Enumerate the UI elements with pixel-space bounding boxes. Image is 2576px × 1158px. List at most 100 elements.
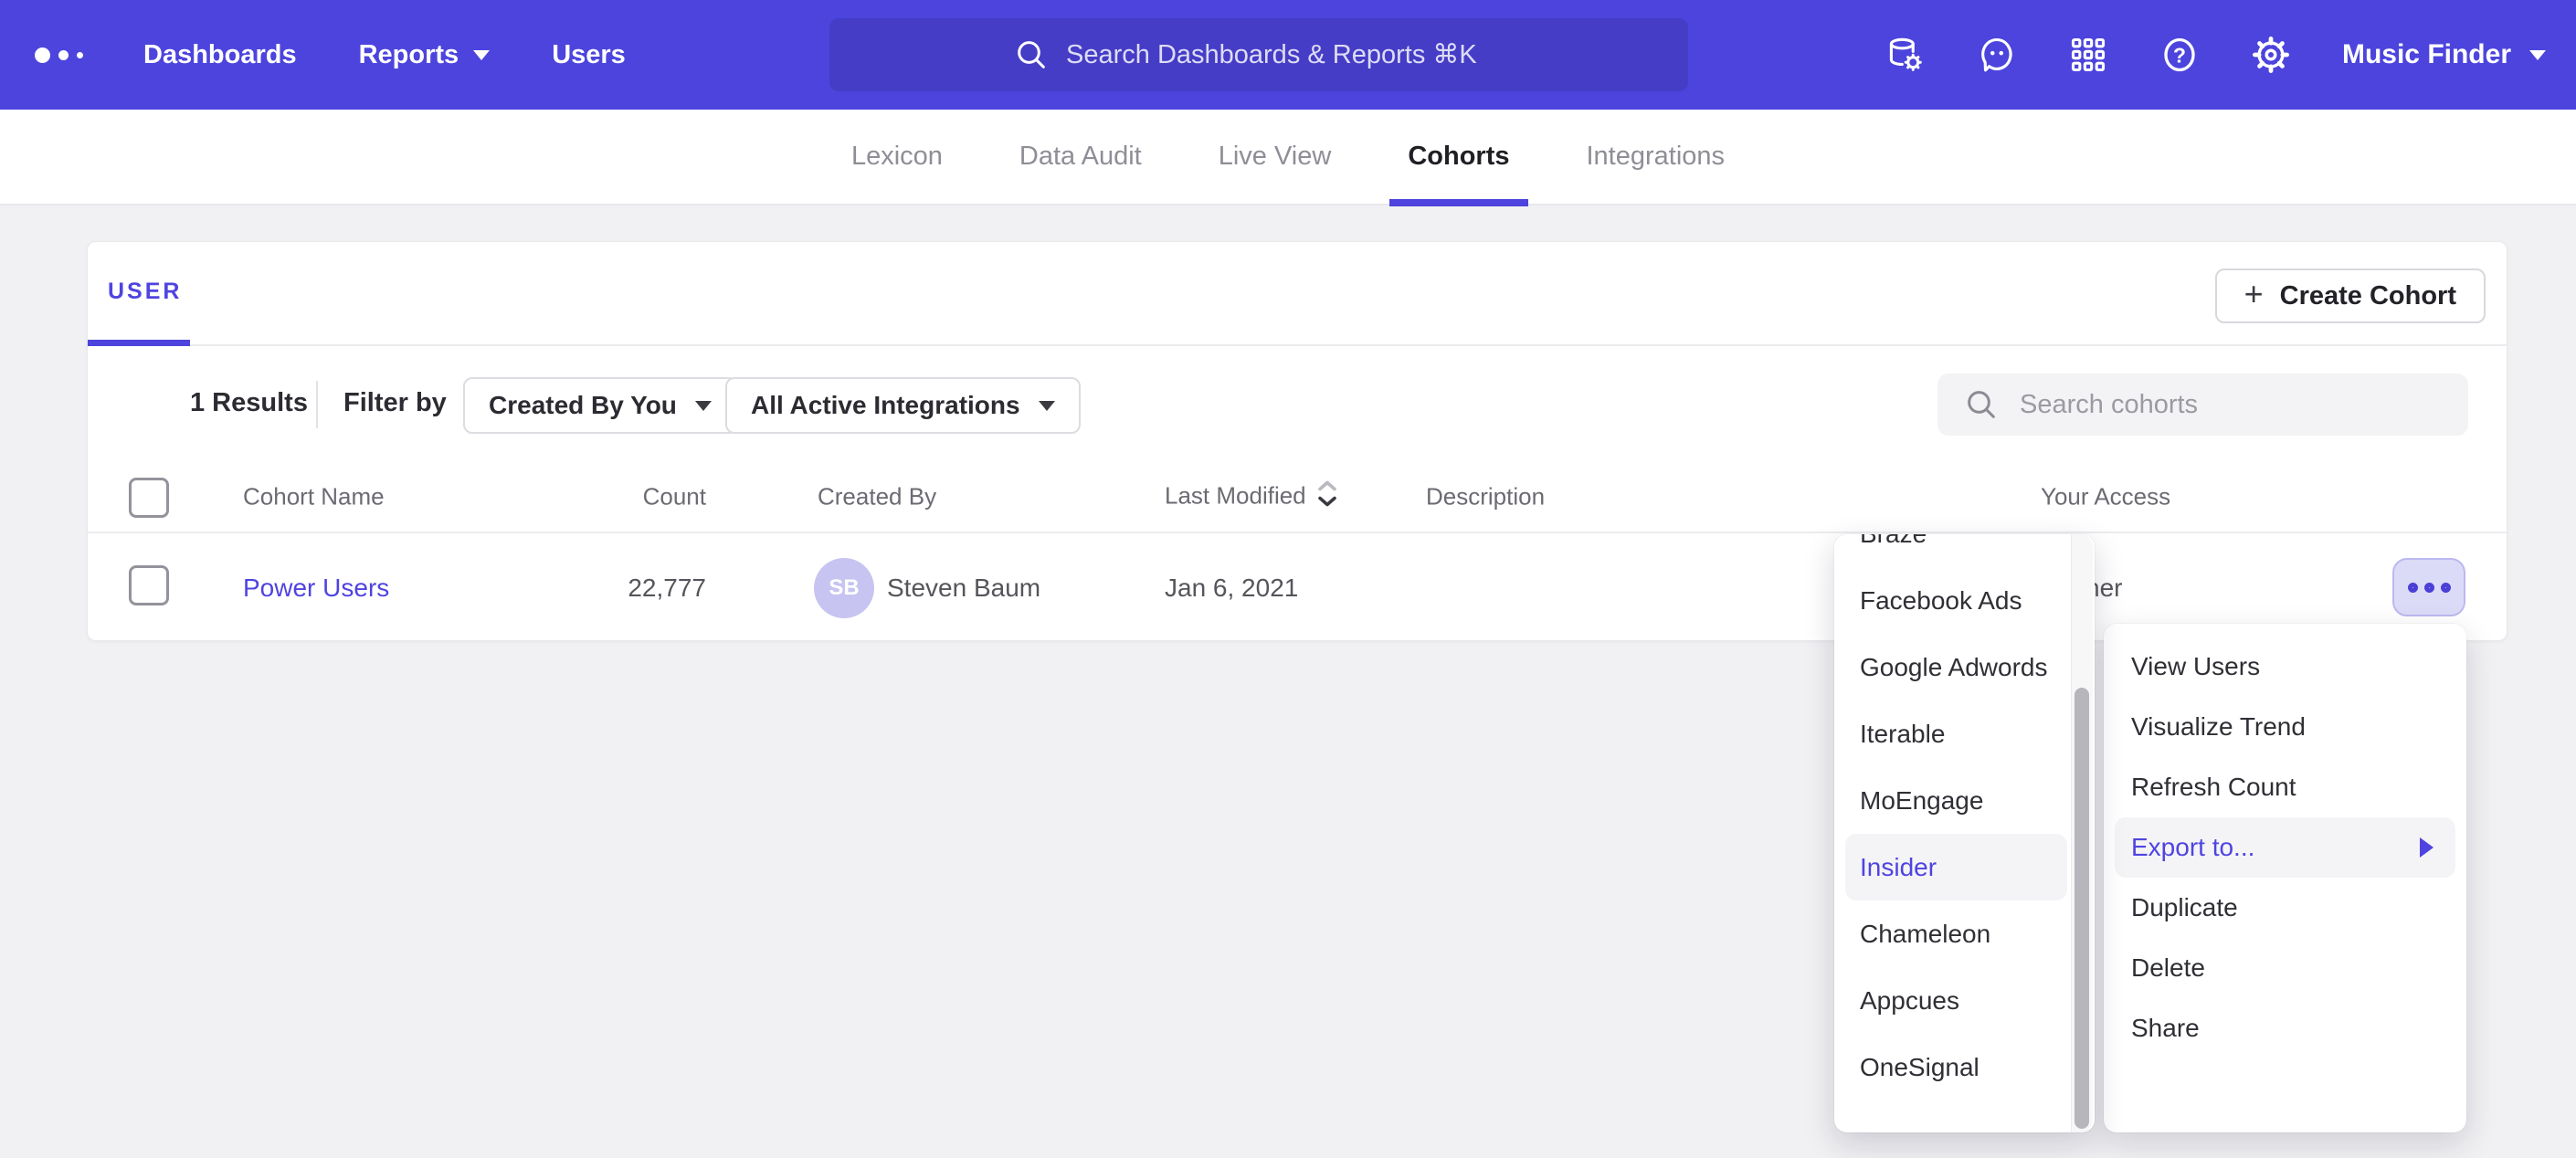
menu-item-visualize-trend[interactable]: Visualize Trend	[2104, 697, 2466, 757]
mixpanel-dots-logo[interactable]	[35, 0, 83, 110]
menu-item-moengage[interactable]: MoEngage	[1834, 767, 2095, 834]
chevron-down-icon	[2529, 50, 2546, 60]
avatar: SB	[814, 558, 874, 618]
global-search-bar[interactable]	[829, 18, 1688, 91]
tab-cohorts[interactable]: Cohorts	[1389, 109, 1527, 205]
header-created-by[interactable]: Created By	[818, 483, 936, 511]
menu-item-google-adwords[interactable]: Google Adwords	[1834, 634, 2095, 700]
cohort-search-box[interactable]	[1937, 374, 2468, 436]
menu-item-delete[interactable]: Delete	[2104, 938, 2466, 998]
top-right-controls: ? Music Finder	[1885, 0, 2546, 110]
tab-live-view-label: Live View	[1219, 142, 1332, 172]
menu-item-appcues[interactable]: Appcues	[1834, 967, 2095, 1034]
header-count[interactable]: Count	[526, 483, 706, 511]
menu-item-view-users[interactable]: View Users	[2104, 637, 2466, 697]
tab-cohorts-label: Cohorts	[1408, 142, 1509, 172]
search-icon	[1013, 37, 1050, 73]
cohorts-card: USER + Create Cohort 1 Results Filter by…	[87, 241, 2507, 641]
feedback-icon[interactable]	[1977, 35, 2017, 75]
help-icon[interactable]: ?	[2159, 35, 2200, 75]
cohort-count: 22,777	[526, 574, 706, 603]
chevron-down-icon	[473, 50, 490, 60]
apps-grid-icon[interactable]	[2068, 35, 2108, 75]
table-header: Cohort Name Count Created By Last Modifi…	[88, 462, 2507, 533]
settings-gear-icon[interactable]	[2251, 35, 2291, 75]
last-modified-date: Jan 6, 2021	[1165, 574, 1298, 603]
dot-icon	[2408, 583, 2418, 593]
filter-toolbar: 1 Results Filter by Created By You All A…	[88, 346, 2507, 462]
submenu-scrollbar-track[interactable]	[2071, 534, 2093, 1132]
nav-reports-label: Reports	[359, 40, 459, 70]
top-nav: Dashboards Reports Users	[143, 0, 626, 110]
menu-item-onesignal[interactable]: OneSignal	[1834, 1034, 2095, 1100]
project-name: Music Finder	[2342, 39, 2511, 70]
menu-item-braze[interactable]: Braze	[1834, 534, 2095, 567]
created-by-filter-dropdown[interactable]: Created By You	[463, 377, 737, 434]
nav-users-label: Users	[552, 40, 626, 70]
tab-lexicon[interactable]: Lexicon	[833, 109, 961, 205]
cohort-search-input[interactable]	[2020, 390, 2422, 420]
integrations-filter-value: All Active Integrations	[751, 391, 1020, 420]
create-cohort-button[interactable]: + Create Cohort	[2215, 268, 2486, 323]
action-list: View Users Visualize Trend Refresh Count…	[2104, 637, 2466, 1058]
active-tab-underline	[88, 340, 190, 346]
menu-item-share[interactable]: Share	[2104, 998, 2466, 1058]
filter-by-label: Filter by	[343, 388, 447, 418]
app-root: Dashboards Reports Users	[0, 0, 2576, 1158]
nav-dashboards[interactable]: Dashboards	[143, 40, 297, 70]
project-switcher[interactable]: Music Finder	[2342, 39, 2546, 70]
tab-integrations[interactable]: Integrations	[1568, 109, 1744, 205]
submenu-arrow-icon	[2420, 837, 2433, 858]
nav-users[interactable]: Users	[552, 40, 626, 70]
select-all-checkbox[interactable]	[129, 478, 169, 518]
header-last-modified-label: Last Modified	[1165, 482, 1306, 510]
integration-list: Braze Facebook Ads Google Adwords Iterab…	[1834, 534, 2095, 1100]
sort-icon[interactable]	[1315, 479, 1339, 516]
menu-item-iterable[interactable]: Iterable	[1834, 700, 2095, 767]
header-last-modified[interactable]: Last Modified	[1165, 479, 1339, 516]
logo-dot-large	[35, 47, 50, 63]
menu-item-facebook-ads[interactable]: Facebook Ads	[1834, 567, 2095, 634]
nav-dashboards-label: Dashboards	[143, 40, 297, 70]
chevron-down-icon	[695, 401, 712, 411]
export-integrations-submenu: Braze Facebook Ads Google Adwords Iterab…	[1834, 534, 2095, 1132]
header-your-access[interactable]: Your Access	[2041, 483, 2170, 511]
header-description[interactable]: Description	[1426, 483, 1545, 511]
menu-item-refresh-count[interactable]: Refresh Count	[2104, 757, 2466, 817]
logo-dot-small	[77, 52, 83, 58]
row-actions-button[interactable]	[2392, 558, 2465, 616]
integrations-filter-dropdown[interactable]: All Active Integrations	[725, 377, 1081, 434]
plus-icon: +	[2244, 278, 2264, 311]
dot-icon	[2424, 583, 2434, 593]
cohort-name-link[interactable]: Power Users	[243, 574, 389, 603]
tab-live-view[interactable]: Live View	[1200, 109, 1350, 205]
svg-text:?: ?	[2173, 43, 2186, 67]
header-cohort-name[interactable]: Cohort Name	[243, 483, 385, 511]
create-cohort-label: Create Cohort	[2280, 281, 2456, 311]
created-by-filter-value: Created By You	[489, 391, 677, 420]
logo-dot-medium	[58, 50, 69, 60]
tab-data-audit[interactable]: Data Audit	[1001, 109, 1160, 205]
export-to-label: Export to...	[2131, 833, 2254, 862]
section-nav: Lexicon Data Audit Live View Cohorts Int…	[0, 110, 2576, 205]
created-by-name: Steven Baum	[887, 574, 1040, 603]
menu-item-export-to[interactable]: Export to...	[2115, 817, 2455, 878]
row-action-menu: View Users Visualize Trend Refresh Count…	[2104, 624, 2466, 1132]
submenu-scrollbar-thumb[interactable]	[2075, 688, 2089, 1129]
menu-item-duplicate[interactable]: Duplicate	[2104, 878, 2466, 938]
search-icon	[1963, 386, 2000, 423]
chevron-down-icon	[1039, 401, 1055, 411]
menu-item-insider[interactable]: Insider	[1845, 834, 2067, 900]
dot-icon	[2441, 583, 2451, 593]
results-count: 1 Results	[190, 388, 308, 418]
divider	[316, 381, 318, 428]
tab-lexicon-label: Lexicon	[851, 142, 943, 172]
row-checkbox[interactable]	[129, 565, 169, 605]
global-search-input[interactable]	[1066, 40, 1504, 70]
menu-item-chameleon[interactable]: Chameleon	[1834, 900, 2095, 967]
top-bar: Dashboards Reports Users	[0, 0, 2576, 110]
tab-user-cohorts[interactable]: USER	[108, 279, 182, 305]
nav-reports[interactable]: Reports	[359, 40, 491, 70]
data-management-icon[interactable]	[1885, 35, 1926, 75]
cohort-type-tabs: USER + Create Cohort	[88, 242, 2507, 346]
